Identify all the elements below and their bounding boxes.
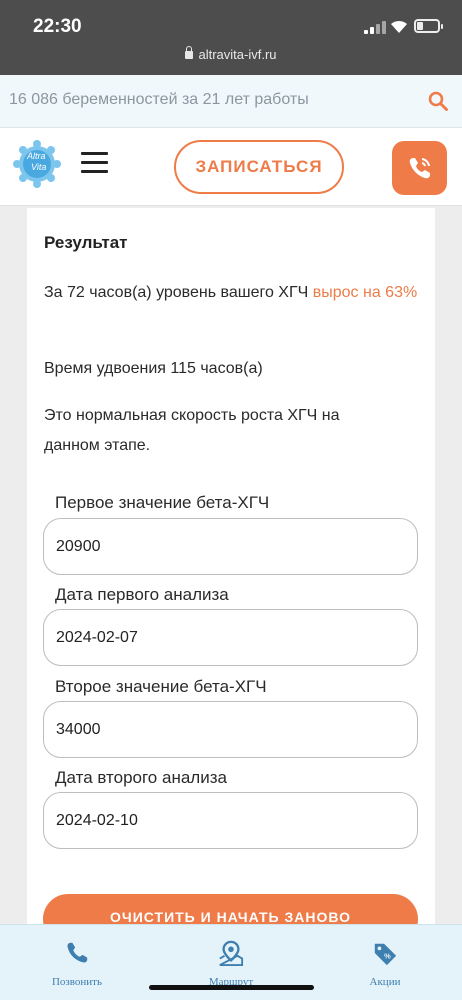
search-icon[interactable]: [428, 91, 448, 111]
doubling-time: Время удвоения 115 часов(а): [44, 360, 263, 377]
status-time: 22:30: [33, 16, 82, 37]
info-bar: 16 086 беременностей за 21 лет работы: [0, 75, 462, 128]
growth-text-main: За 72 часов(а) уровень вашего ХГЧ: [44, 284, 313, 301]
assessment-text: Это нормальная скорость роста ХГЧ на дан…: [44, 407, 340, 454]
growth-text: За 72 часов(а) уровень вашего ХГЧ вырос …: [44, 278, 424, 308]
first-value-label: Первое значение бета-ХГЧ: [55, 493, 270, 512]
home-indicator[interactable]: [149, 985, 314, 990]
nav-promo-label: Акции: [369, 976, 401, 988]
signal-icon: [364, 21, 386, 34]
first-date-label: Дата первого анализа: [55, 585, 229, 604]
status-bar: 22:30 altravita-ivf.ru: [0, 0, 462, 75]
svg-text:%: %: [384, 952, 391, 961]
nav-call-label: Позвонить: [51, 976, 102, 988]
logo-text-1: Altra: [27, 151, 46, 161]
url-text: altravita-ivf.ru: [198, 47, 277, 62]
nav-route[interactable]: Маршрут: [176, 940, 286, 988]
first-date-input[interactable]: 2024-02-07: [43, 609, 418, 666]
signup-button[interactable]: ЗАПИСАТЬСЯ: [174, 140, 344, 194]
nav-call[interactable]: Позвонить: [22, 940, 132, 988]
lock-icon: [185, 46, 194, 59]
phone-icon: [67, 942, 88, 963]
call-button[interactable]: [392, 141, 447, 195]
second-value-input[interactable]: 34000: [43, 701, 418, 758]
second-value-label: Второе значение бета-ХГЧ: [55, 677, 267, 696]
second-date-input[interactable]: 2024-02-10: [43, 792, 418, 849]
battery-icon: [414, 19, 443, 33]
phone-icon: [409, 158, 430, 179]
price-tag-icon: %: [374, 943, 397, 966]
first-value-input[interactable]: 20900: [43, 518, 418, 575]
map-pin-icon: [219, 940, 244, 966]
result-title: Результат: [44, 233, 128, 252]
second-date-label: Дата второго анализа: [55, 768, 227, 787]
logo-text-2: Vita: [31, 162, 47, 172]
wifi-icon: [391, 20, 407, 33]
menu-icon[interactable]: [81, 152, 108, 174]
url-bar[interactable]: altravita-ivf.ru: [0, 46, 462, 62]
growth-percent: вырос на 63%: [312, 284, 418, 301]
nav-promo[interactable]: % Акции: [330, 940, 440, 988]
pregnancies-counter: 16 086 беременностей за 21 лет работы: [9, 91, 309, 108]
